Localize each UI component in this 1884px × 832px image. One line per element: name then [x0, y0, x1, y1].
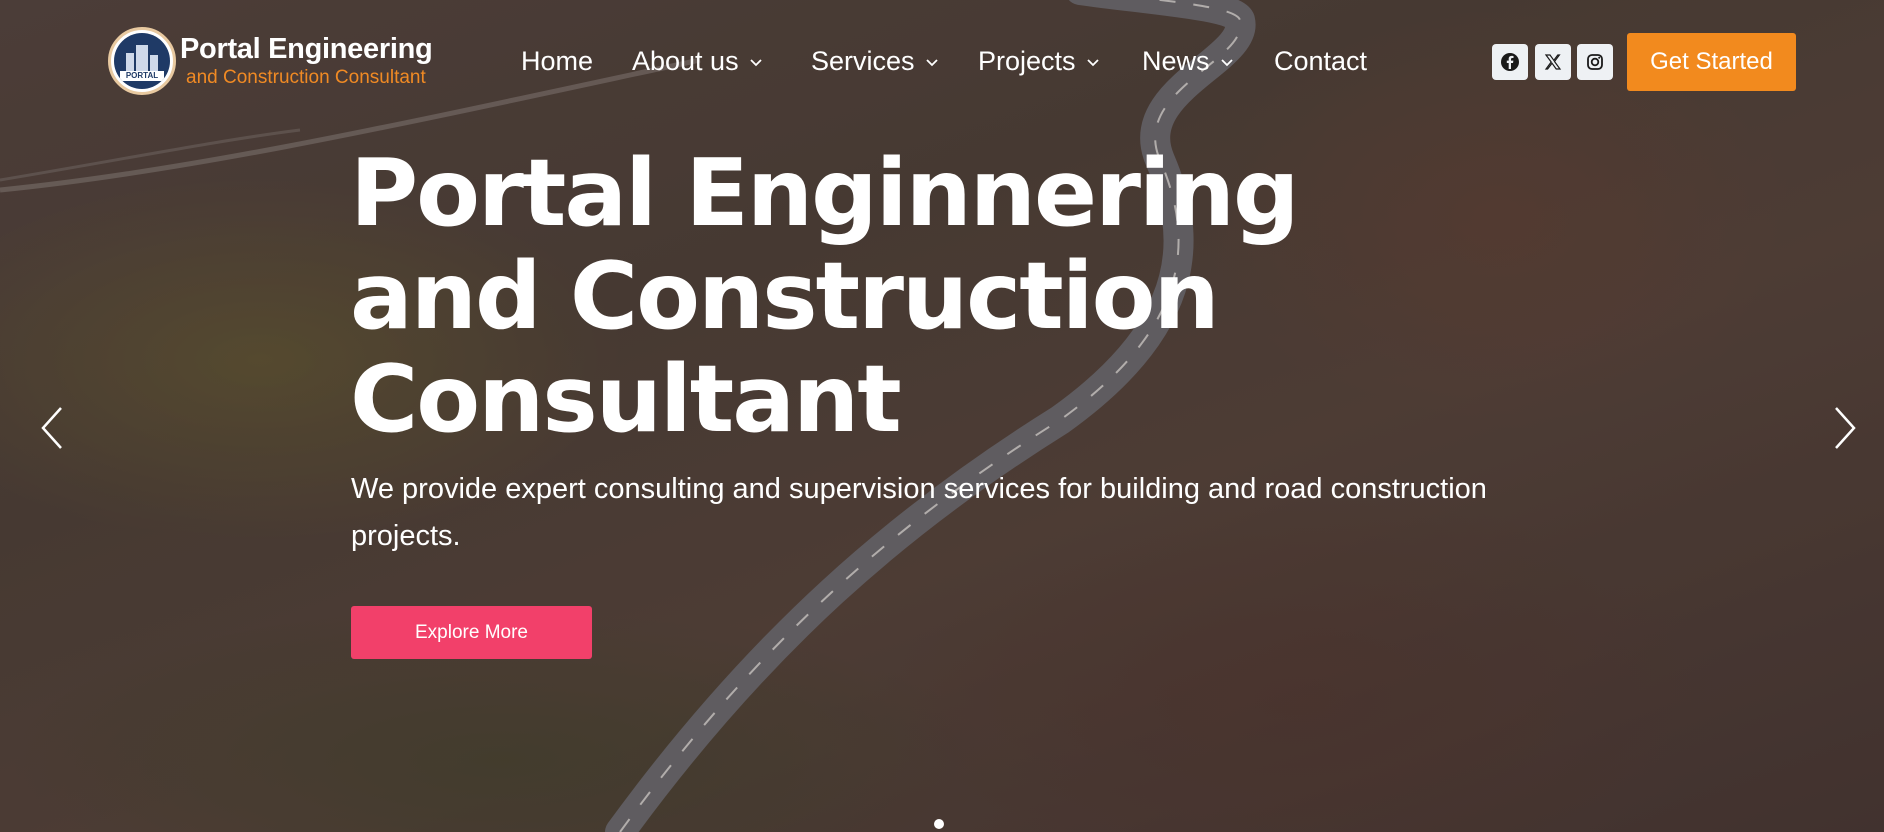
nav-contact-label: Contact: [1274, 46, 1368, 76]
site-logo[interactable]: PORTAL Portal Engineering and Constructi…: [108, 27, 433, 95]
get-started-button[interactable]: Get Started: [1627, 33, 1796, 91]
chevron-down-icon: [1220, 58, 1233, 66]
facebook-icon: [1501, 53, 1519, 71]
nav-about-us[interactable]: About us: [632, 46, 763, 77]
nav-about-us-label: About us: [632, 46, 739, 76]
logo-emblem: PORTAL: [114, 33, 170, 89]
chevron-right-icon[interactable]: [1830, 405, 1860, 451]
instagram-icon: [1587, 54, 1603, 70]
chevron-down-icon: [749, 58, 762, 66]
x-twitter-link[interactable]: [1535, 44, 1571, 80]
hero-title: Portal Enginnering and Construction Cons…: [350, 139, 1300, 453]
chevron-down-icon: [1086, 58, 1099, 66]
nav-services-label: Services: [811, 46, 915, 76]
x-twitter-icon: [1544, 54, 1562, 70]
nav-contact[interactable]: Contact: [1274, 46, 1367, 77]
chevron-down-icon: [925, 58, 938, 66]
hero-title-line: and Construction: [350, 242, 1220, 350]
hero-title-line: Consultant: [350, 345, 902, 453]
nav-projects-label: Projects: [978, 46, 1076, 76]
nav-news-label: News: [1142, 46, 1210, 76]
logo-title: Portal Engineering: [180, 33, 433, 65]
hero-title-line: Portal Enginnering: [350, 139, 1300, 247]
nav-home-label: Home: [521, 46, 594, 76]
chevron-left-icon[interactable]: [37, 405, 67, 451]
hero-subtitle: We provide expert consulting and supervi…: [351, 473, 1487, 552]
nav-home[interactable]: Home: [521, 46, 593, 77]
explore-more-button[interactable]: Explore More: [351, 606, 592, 659]
logo-subtitle: and Construction Consultant: [186, 67, 426, 88]
instagram-link[interactable]: [1577, 44, 1613, 80]
nav-services[interactable]: Services: [811, 46, 939, 77]
logo-badge: PORTAL: [108, 27, 176, 95]
nav-projects[interactable]: Projects: [978, 46, 1100, 77]
facebook-link[interactable]: [1492, 44, 1528, 80]
logo-badge-text: PORTAL: [120, 71, 164, 81]
nav-news[interactable]: News: [1142, 46, 1234, 77]
slider-dot-active[interactable]: [934, 819, 944, 829]
